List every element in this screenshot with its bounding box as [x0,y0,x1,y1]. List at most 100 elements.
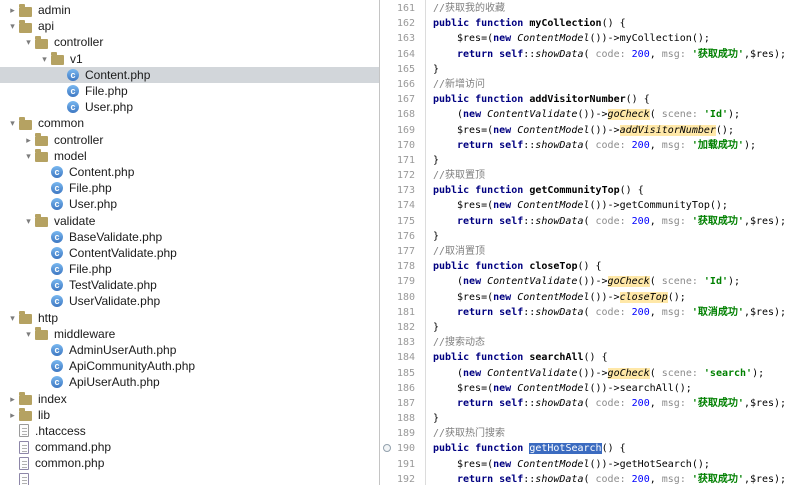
chevron-down-icon[interactable]: ▾ [22,326,35,342]
tree-item-index[interactable]: ▸ index [0,391,379,407]
code-line[interactable]: public function getHotSearch() { [426,441,800,456]
code-line[interactable]: $res=(new ContentModel())->getHotSearch(… [426,457,800,472]
tree-item-common-php[interactable]: common.php [0,455,379,471]
code-line[interactable]: return self::showData( code: 200, msg: '… [426,214,800,229]
code-line[interactable]: $res=(new ContentModel())->getCommunityT… [426,198,800,213]
line-number[interactable]: 167 [380,92,425,107]
chevron-down-icon[interactable]: ▾ [6,18,19,34]
line-number[interactable]: 174 [380,198,425,213]
line-number[interactable]: 172 [380,168,425,183]
tree-item-user-php[interactable]: c User.php [0,196,379,212]
tree-item-lib[interactable]: ▸ lib [0,407,379,423]
code-line[interactable]: } [426,320,800,335]
line-number[interactable]: 168 [380,107,425,122]
tree-item-controller[interactable]: ▾ controller [0,34,379,50]
line-number[interactable]: 166 [380,77,425,92]
line-number[interactable]: 182 [380,320,425,335]
code-line[interactable]: //获取我的收藏 [426,1,800,16]
chevron-down-icon[interactable]: ▾ [6,115,19,131]
tree-item-validate[interactable]: ▾ validate [0,212,379,228]
tree-item-common[interactable]: ▾ common [0,115,379,131]
line-number[interactable]: 178 [380,259,425,274]
line-number[interactable]: 169 [380,123,425,138]
chevron-right-icon[interactable]: ▸ [6,407,19,423]
code-line[interactable]: (new ContentValidate())->goCheck( scene:… [426,107,800,122]
line-number[interactable]: 185 [380,366,425,381]
tree-item-apicommunityauth-php[interactable]: c ApiCommunityAuth.php [0,358,379,374]
line-number[interactable]: 177 [380,244,425,259]
code-line[interactable]: (new ContentValidate())->goCheck( scene:… [426,366,800,381]
code-line[interactable]: $res=(new ContentModel())->addVisitorNum… [426,123,800,138]
code-line[interactable]: return self::showData( code: 200, msg: '… [426,138,800,153]
line-number[interactable]: 181 [380,305,425,320]
line-number[interactable]: 184 [380,350,425,365]
tree-item-basevalidate-php[interactable]: c BaseValidate.php [0,229,379,245]
line-number[interactable]: 173 [380,183,425,198]
chevron-down-icon[interactable]: ▾ [6,310,19,326]
code-line[interactable]: public function closeTop() { [426,259,800,274]
line-number[interactable]: 175 [380,214,425,229]
tree-item-command-php[interactable]: command.php [0,439,379,455]
line-number[interactable]: 176 [380,229,425,244]
tree-item-admin[interactable]: ▸ admin [0,2,379,18]
line-number[interactable]: 190 [380,441,425,456]
code-line[interactable]: return self::showData( code: 200, msg: '… [426,472,800,485]
code-line[interactable]: public function addVisitorNumber() { [426,92,800,107]
code-line[interactable]: $res=(new ContentModel())->searchAll(); [426,381,800,396]
code-line[interactable]: $res=(new ContentModel())->myCollection(… [426,31,800,46]
line-number[interactable]: 170 [380,138,425,153]
chevron-right-icon[interactable]: ▸ [6,2,19,18]
tree-item-http[interactable]: ▾ http [0,310,379,326]
tree-item-user-php[interactable]: c User.php [0,99,379,115]
code-line[interactable]: public function getCommunityTop() { [426,183,800,198]
tree-item-model[interactable]: ▾ model [0,148,379,164]
line-number[interactable]: 191 [380,457,425,472]
line-number[interactable]: 165 [380,62,425,77]
tree-item-adminuserauth-php[interactable]: c AdminUserAuth.php [0,342,379,358]
editor-code[interactable]: //获取我的收藏 public function myCollection() {… [426,0,800,485]
code-line[interactable]: //获取热门搜索 [426,426,800,441]
tree-item-file-php[interactable]: c File.php [0,83,379,99]
tree-item-controller[interactable]: ▸ controller [0,132,379,148]
code-line[interactable]: //搜索动态 [426,335,800,350]
tree-item-apiuserauth-php[interactable]: c ApiUserAuth.php [0,374,379,390]
code-line[interactable]: return self::showData( code: 200, msg: '… [426,305,800,320]
code-line[interactable]: $res=(new ContentModel())->closeTop(); [426,290,800,305]
code-line[interactable]: //取消置顶 [426,244,800,259]
chevron-down-icon[interactable]: ▾ [22,213,35,229]
tree-item-file-php[interactable]: c File.php [0,261,379,277]
tree-item-content-php[interactable]: c Content.php [0,66,379,83]
line-number[interactable]: 164 [380,47,425,62]
code-line[interactable]: } [426,62,800,77]
line-number[interactable]: 188 [380,411,425,426]
tree-item-v1[interactable]: ▾ v1 [0,51,379,67]
tree-item-file-php[interactable]: c File.php [0,180,379,196]
code-line[interactable]: //获取置顶 [426,168,800,183]
chevron-right-icon[interactable]: ▸ [22,132,35,148]
code-line[interactable]: } [426,411,800,426]
tree-item-content-php[interactable]: c Content.php [0,164,379,180]
line-number[interactable]: 187 [380,396,425,411]
line-number[interactable]: 180 [380,290,425,305]
project-tree[interactable]: ▸ admin ▾ api ▾ controller ▾ v1 c Content.php c Fil… [0,0,380,485]
tree-item--htaccess[interactable]: .htaccess [0,423,379,439]
code-line[interactable]: public function searchAll() { [426,350,800,365]
tree-item-middleware[interactable]: ▾ middleware [0,326,379,342]
gutter-marker-icon[interactable] [383,444,391,453]
tree-item-testvalidate-php[interactable]: c TestValidate.php [0,277,379,293]
chevron-down-icon[interactable]: ▾ [22,148,35,164]
chevron-down-icon[interactable]: ▾ [38,51,51,67]
line-number[interactable]: 161 [380,1,425,16]
tree-item-uservalidate-php[interactable]: c UserValidate.php [0,293,379,309]
code-line[interactable]: } [426,229,800,244]
code-line[interactable]: } [426,153,800,168]
chevron-right-icon[interactable]: ▸ [6,391,19,407]
line-number[interactable]: 186 [380,381,425,396]
line-number[interactable]: 189 [380,426,425,441]
tree-item-contentvalidate-php[interactable]: c ContentValidate.php [0,245,379,261]
line-number[interactable]: 179 [380,274,425,289]
line-number[interactable]: 183 [380,335,425,350]
tree-item-api[interactable]: ▾ api [0,18,379,34]
code-line[interactable]: (new ContentValidate())->goCheck( scene:… [426,274,800,289]
line-number[interactable]: 162 [380,16,425,31]
